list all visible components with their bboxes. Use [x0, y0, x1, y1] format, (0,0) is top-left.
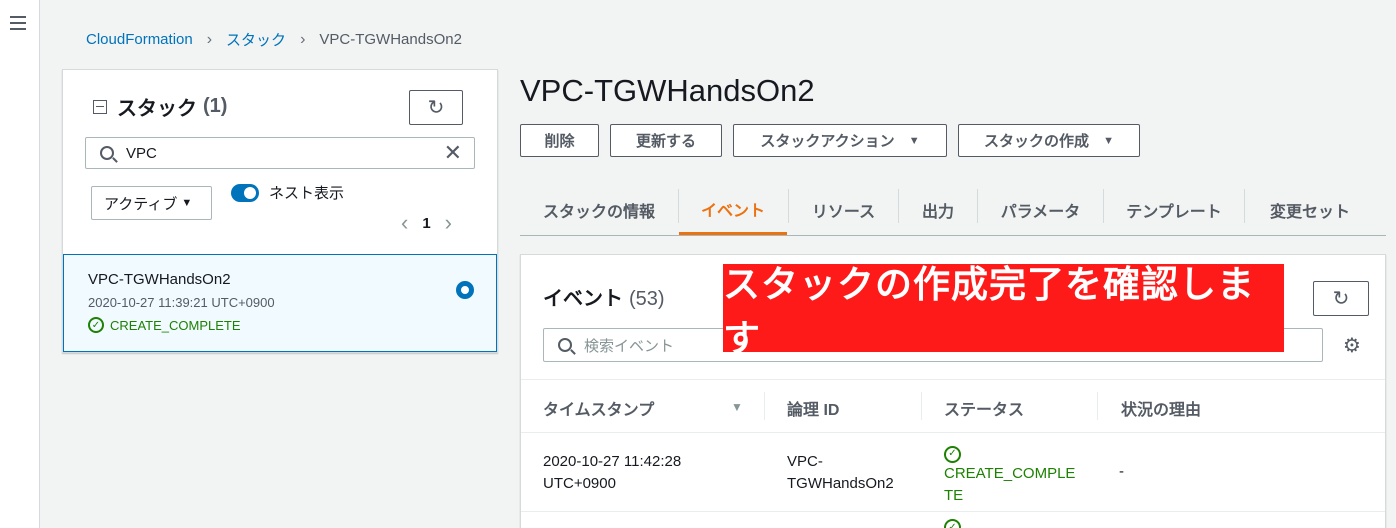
create-stack-button[interactable]: スタックの作成 ▼ [958, 124, 1140, 157]
nested-toggle[interactable]: ネスト表示 [231, 182, 344, 203]
refresh-events-button[interactable]: ↻ [1313, 281, 1369, 316]
row-status: ✓ CREATE_COMPLE TE [944, 441, 1075, 507]
menu-icon[interactable] [10, 16, 26, 30]
caret-down-icon: ▼ [908, 134, 920, 147]
search-icon [558, 338, 572, 352]
event-search-placeholder: 検索イベント [584, 337, 675, 355]
toggle-switch[interactable] [231, 183, 259, 202]
breadcrumb-stacks[interactable]: スタック [226, 29, 286, 50]
tab-resources[interactable]: リソース [789, 185, 898, 235]
close-icon[interactable]: ✕ [444, 142, 462, 164]
update-button[interactable]: 更新する [610, 124, 722, 157]
row-reason: - [1119, 463, 1124, 480]
refresh-stacks-button[interactable]: ↻ [409, 90, 463, 125]
collapse-icon[interactable] [93, 99, 107, 114]
stack-actions-label: スタックアクション [760, 133, 895, 150]
column-divider [764, 392, 765, 420]
stack-search-value: VPC [126, 144, 157, 162]
status-filter-select[interactable]: アクティブ ▼ [91, 186, 212, 220]
annotation-banner: スタックの作成完了を確認します [723, 264, 1284, 359]
stack-name[interactable]: VPC-TGWHandsOn2 [88, 271, 231, 288]
delete-button[interactable]: 削除 [520, 124, 599, 157]
tab-parameters[interactable]: パラメータ [978, 185, 1103, 235]
refresh-icon: ↻ [1332, 287, 1350, 310]
breadcrumb: CloudFormation › スタック › VPC-TGWHandsOn2 [86, 29, 462, 50]
caret-down-icon: ▼ [1103, 134, 1114, 147]
search-icon [100, 146, 114, 160]
check-circle-icon: ✓ [88, 317, 104, 333]
stack-radio[interactable] [456, 281, 474, 299]
column-header-logical-id[interactable]: 論理 ID [787, 396, 839, 420]
status-filter-value: アクティブ [104, 195, 178, 213]
column-header-reason[interactable]: 状況の理由 [1121, 396, 1201, 420]
sort-down-icon[interactable]: ▼ [731, 400, 743, 414]
breadcrumb-current: VPC-TGWHandsOn2 [319, 31, 462, 48]
row-timestamp-line2: UTC+0900 [543, 475, 616, 492]
row-logical-id: VPC- TGWHandsOn2 [787, 451, 894, 495]
stack-status-text: CREATE_COMPLETE [110, 317, 241, 333]
create-stack-label: スタックの作成 [984, 133, 1090, 150]
chevron-right-icon: › [300, 30, 306, 48]
tab-stack-info[interactable]: スタックの情報 [520, 185, 678, 235]
tab-bar: スタックの情報 イベント リソース 出力 パラメータ テンプレート 変更セット [520, 185, 1386, 236]
stack-status: ✓ CREATE_COMPLETE [88, 317, 241, 333]
row-logical-id-line2: TGWHandsOn2 [787, 475, 894, 492]
events-table-header: タイムスタンプ ▼ 論理 ID ステータス 状況の理由 [521, 379, 1385, 433]
chevron-right-icon[interactable]: › [445, 210, 452, 236]
stack-list-panel: スタック (1) ↻ VPC ✕ アクティブ ▼ ネスト表示 ‹ 1 › VPC… [62, 69, 498, 353]
refresh-icon: ↻ [427, 96, 445, 119]
nested-label: ネスト表示 [269, 185, 345, 202]
stack-list-item[interactable]: VPC-TGWHandsOn2 2020-10-27 11:39:21 UTC+… [63, 254, 497, 352]
check-circle-icon: ✓ [944, 519, 961, 528]
left-nav [0, 0, 40, 528]
panel-header: スタック (1) [93, 92, 227, 121]
page-title: VPC-TGWHandsOn2 [520, 73, 815, 108]
breadcrumb-cloudformation[interactable]: CloudFormation [86, 31, 193, 48]
tab-change-sets[interactable]: 変更セット [1245, 185, 1375, 235]
column-header-status[interactable]: ステータス [944, 396, 1024, 420]
pagination: ‹ 1 › [387, 210, 466, 236]
row-timestamp: 2020-10-27 11:42:28 UTC+0900 [543, 451, 681, 495]
caret-down-icon: ▼ [181, 197, 193, 209]
gear-icon[interactable]: ⚙ [1343, 333, 1361, 358]
row-logical-id-line1: VPC- [787, 453, 823, 470]
events-title-text: イベント [543, 288, 623, 310]
panel-title: スタック [117, 98, 197, 120]
column-header-timestamp[interactable]: タイムスタンプ [543, 396, 654, 420]
row-divider [521, 511, 1385, 512]
events-title: イベント (53) [543, 282, 665, 311]
row-timestamp-line1: 2020-10-27 11:42:28 [543, 453, 682, 470]
check-circle-icon: ✓ [944, 445, 961, 463]
panel-count: (1) [203, 95, 228, 117]
stack-actions-button[interactable]: スタックアクション ▼ [733, 124, 947, 157]
tab-events[interactable]: イベント [679, 185, 787, 235]
tab-template[interactable]: テンプレート [1104, 185, 1244, 235]
column-divider [1097, 392, 1098, 420]
events-count: (53) [629, 288, 665, 310]
stack-created-time: 2020-10-27 11:39:21 UTC+0900 [88, 295, 275, 310]
row-status-line2: TE [944, 487, 964, 504]
chevron-left-icon[interactable]: ‹ [401, 210, 408, 236]
page-number[interactable]: 1 [422, 215, 430, 232]
stack-search-input[interactable]: VPC ✕ [85, 137, 475, 169]
chevron-right-icon: › [206, 30, 213, 48]
row-status-line1: CREATE_COMPLE [944, 465, 1076, 482]
tab-outputs[interactable]: 出力 [899, 185, 977, 235]
column-divider [921, 392, 922, 420]
